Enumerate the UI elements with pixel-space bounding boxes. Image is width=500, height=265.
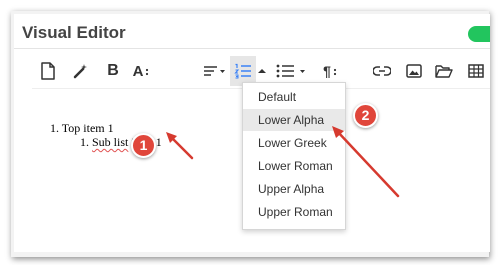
- title-divider: [14, 48, 490, 49]
- magic-format-button[interactable]: [68, 56, 92, 86]
- table-button[interactable]: [464, 56, 488, 86]
- bullet-list-icon: [276, 64, 305, 78]
- new-document-button[interactable]: [36, 56, 60, 86]
- align-icon: [204, 66, 225, 76]
- spellcheck-text: Sub list: [92, 135, 129, 149]
- dots-icon: [146, 68, 149, 76]
- new-document-icon: [41, 62, 55, 80]
- link-icon: [373, 66, 391, 76]
- menu-item-lower-alpha[interactable]: Lower Alpha: [243, 109, 345, 131]
- menu-item-lower-roman[interactable]: Lower Roman: [243, 155, 345, 177]
- list-marker: 1.: [50, 121, 59, 135]
- folder-icon: [435, 65, 453, 78]
- font-size-button[interactable]: A: [128, 56, 154, 86]
- dots-icon: [333, 68, 336, 76]
- list-item-text: Top item 1: [61, 121, 114, 135]
- list-style-menu: Default Lower Alpha Lower Greek Lower Ro…: [242, 82, 346, 230]
- bold-icon: B: [107, 62, 119, 79]
- callout-badge-1: 1: [131, 133, 156, 158]
- menu-item-upper-alpha[interactable]: Upper Alpha: [243, 178, 345, 200]
- menu-item-default[interactable]: Default: [243, 86, 345, 108]
- editor-toggle[interactable]: [468, 26, 490, 42]
- align-button[interactable]: [200, 56, 228, 86]
- callout-badge-2: 2: [353, 103, 378, 128]
- link-button[interactable]: [370, 56, 394, 86]
- list-item-top: 1. Top item 1: [50, 121, 114, 136]
- caret-up-icon: [258, 69, 266, 73]
- menu-item-lower-greek[interactable]: Lower Greek: [243, 132, 345, 154]
- folder-button[interactable]: [432, 56, 456, 86]
- menu-item-upper-roman[interactable]: Upper Roman: [243, 201, 345, 223]
- image-button[interactable]: [402, 56, 426, 86]
- magic-wand-icon: [73, 64, 87, 79]
- paragraph-icon: ¶: [323, 63, 331, 79]
- bold-button[interactable]: B: [102, 56, 124, 86]
- window-title: Visual Editor: [22, 23, 126, 42]
- numbered-list-icon: [234, 63, 251, 79]
- table-icon: [468, 64, 484, 78]
- font-size-icon: A: [132, 62, 144, 80]
- image-icon: [406, 64, 422, 78]
- list-marker: 1.: [80, 135, 89, 149]
